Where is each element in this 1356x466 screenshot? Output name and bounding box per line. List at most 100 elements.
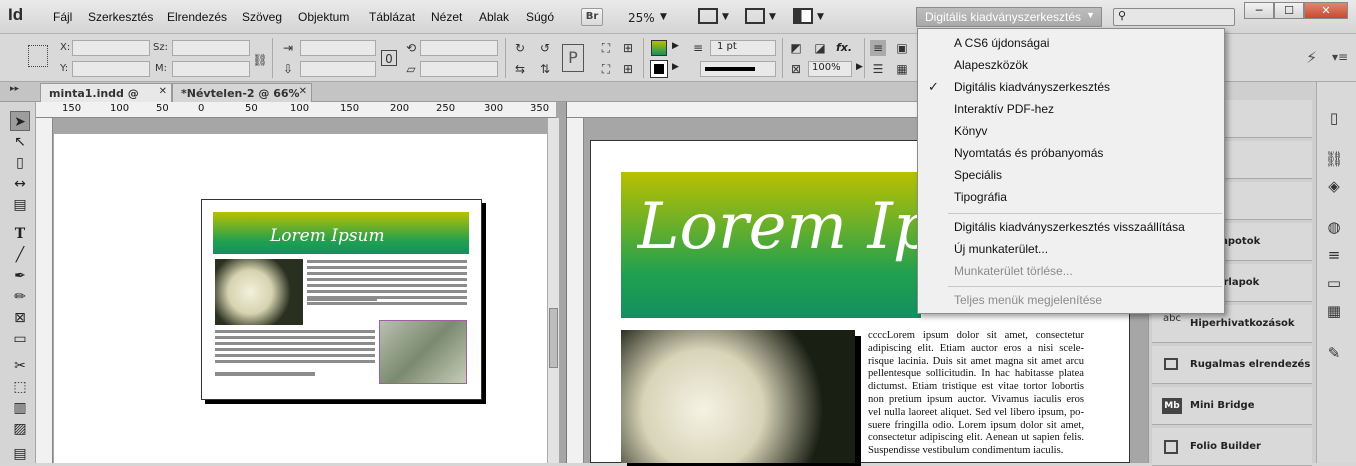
tab-nevtelen2[interactable]: *Névtelen-2 @ 66% ✕ [172,83,312,102]
zoom-level[interactable]: 25% [628,11,655,25]
selection-tool-icon[interactable]: ➤ [10,111,30,131]
menu-item[interactable]: Digitális kiadványszerkesztés visszaállí… [954,220,1185,234]
view-options-icon[interactable] [698,8,718,24]
menu-table[interactable]: Táblázat [369,10,415,24]
content-collector-icon[interactable]: ▤ [10,195,30,215]
rose-image-large[interactable] [621,330,855,463]
rose-image[interactable] [215,259,303,325]
menu-type[interactable]: Szöveg [242,10,282,24]
collapse-tools-icon[interactable]: ▸▸ [10,84,19,94]
fx-icon[interactable]: fx. [836,41,852,54]
gradient-icon[interactable]: ▭ [1323,272,1345,294]
text-wrap-jump-icon[interactable]: ☰ [870,61,886,77]
menu-file[interactable]: Fájl [53,10,72,24]
search-input[interactable]: ⚲ [1113,8,1235,26]
shear-icon[interactable]: ▱ [403,61,419,77]
zoom-chevron-icon[interactable]: ▼ [660,12,667,22]
pencil-tool-icon[interactable]: ✏ [10,287,30,307]
effects-icon[interactable]: ◩ [788,40,804,56]
stroke-swatch[interactable] [650,60,668,78]
menu-item[interactable]: Nyomtatás és próbanyomás [954,146,1103,160]
text-wrap-box-icon[interactable]: ▣ [894,40,910,56]
page-tool-icon[interactable]: ▯ [10,153,30,173]
menu-view[interactable]: Nézet [431,10,462,24]
fill-chevron-icon[interactable]: ▶ [672,41,679,51]
menu-item[interactable]: Interaktív PDF-hez [954,102,1054,116]
rotation-field[interactable] [420,40,498,56]
pages-icon[interactable]: ▯ [1323,107,1345,129]
x-field[interactable] [72,40,150,56]
free-transform-tool-icon[interactable]: ⬚ [10,377,30,397]
line-tool-icon[interactable]: ╱ [10,245,30,265]
layers-icon[interactable]: ◈ [1323,175,1345,197]
flip-horizontal-icon[interactable]: ⇆ [512,61,528,77]
direct-selection-tool-icon[interactable]: ↖ [10,132,30,152]
drop-shadow-icon[interactable]: ◪ [812,40,828,56]
scale-y-icon[interactable]: ⇩ [280,61,296,77]
scrollbar-thumb[interactable] [549,308,558,368]
gap-tool-icon[interactable]: ↔ [10,174,30,194]
opacity-chevron-icon[interactable]: ▶ [856,62,863,72]
gradient-feather-tool-icon[interactable]: ▨ [10,419,30,439]
height-field[interactable] [172,61,250,77]
fill-swatch[interactable] [651,40,667,56]
screen-mode-icon[interactable] [745,8,765,24]
gradient-swatch-tool-icon[interactable]: ▥ [10,398,30,418]
menu-item[interactable]: Speciális [954,168,1002,182]
text-wrap-column-icon[interactable]: ▦ [894,61,910,77]
view-chevron-icon[interactable]: ▼ [722,12,729,22]
rectangle-tool-icon[interactable]: ▭ [10,329,30,349]
y-field[interactable] [72,61,150,77]
text-wrap-none-icon[interactable]: ≡ [870,40,886,56]
rotate-cw-icon[interactable]: ↻ [512,40,528,56]
menu-help[interactable]: Súgó [526,10,554,24]
stroke-icon[interactable]: ≡ [1323,244,1345,266]
bridge-button[interactable]: Br [581,8,603,26]
stroke-chevron-icon[interactable]: ▶ [672,62,679,72]
scale-y-field[interactable] [300,61,376,77]
swatches-icon[interactable]: ◍ [1323,216,1345,238]
flip-vertical-icon[interactable]: ⇅ [537,61,553,77]
lightning-icon[interactable]: ⚡ [1306,48,1317,67]
panel-menu-icon[interactable]: ▾≡ [1332,50,1348,64]
reference-point-icon[interactable] [28,45,48,67]
shear-field[interactable] [420,61,498,77]
close-button[interactable]: ✕ [1304,2,1348,19]
constrain-scale-icon[interactable]: 0 [381,50,397,66]
vertical-scrollbar[interactable] [547,118,559,463]
tables-icon[interactable]: ▦ [1323,300,1345,322]
select-container-icon[interactable]: ⛶ [598,40,614,56]
menu-item-show-full[interactable]: Teljes menük megjelenítése [954,293,1102,307]
select-previous-icon[interactable]: ⊞ [620,40,636,56]
type-tool-icon[interactable]: T [10,224,30,244]
pine-image[interactable] [379,320,467,384]
menu-item[interactable]: Tipográfia [954,190,1007,204]
stroke-weight-field[interactable]: 1 pt [710,40,776,56]
note-tool-icon[interactable]: ▤ [10,444,30,464]
minimize-button[interactable]: ─ [1244,2,1274,19]
body-text[interactable]: ccccLorem ipsum dolor sit amet, consecte… [868,330,1084,463]
screen-chevron-icon[interactable]: ▼ [769,12,776,22]
menu-item[interactable]: A CS6 újdonságai [954,36,1049,50]
links-icon[interactable]: ⛓ [1323,148,1345,170]
rotate-icon[interactable]: ⟲ [403,40,419,56]
scissors-tool-icon[interactable]: ✂ [10,356,30,376]
menu-layout[interactable]: Elrendezés [167,10,227,24]
workspace-switcher[interactable]: Digitális kiadványszerkesztés ▼ [916,7,1102,27]
menu-item[interactable]: Könyv [954,124,987,138]
menu-object[interactable]: Objektum [298,10,349,24]
scale-x-field[interactable] [300,40,376,56]
tab-minta1[interactable]: minta1.indd @ 25%✕ [40,83,172,113]
rotate-ccw-icon[interactable]: ↺ [537,40,553,56]
maximize-button[interactable]: ☐ [1274,2,1304,19]
scale-x-icon[interactable]: ⇥ [280,40,296,56]
menu-window[interactable]: Ablak [479,10,509,24]
opacity-field[interactable]: 100% [808,61,852,77]
menu-item[interactable]: Alapeszközök [954,58,1028,72]
tab-close-icon[interactable]: ✕ [299,86,307,97]
menu-item[interactable]: Új munkaterület... [954,242,1048,256]
width-field[interactable] [172,40,250,56]
arrange-documents-icon[interactable] [793,8,813,24]
arrange-chevron-icon[interactable]: ▼ [817,12,824,22]
rectangle-frame-tool-icon[interactable]: ⊠ [10,308,30,328]
